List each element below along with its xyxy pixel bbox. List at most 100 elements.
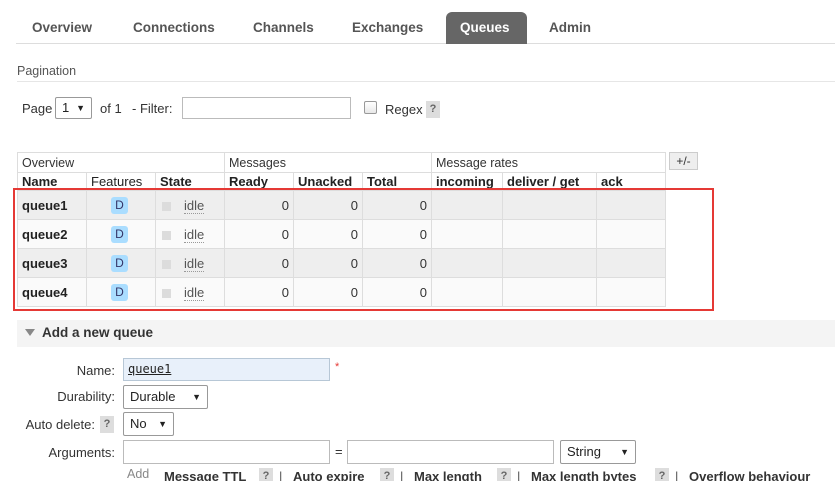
triangle-down-icon: [25, 329, 35, 336]
auto-delete-select[interactable]: No ▼: [123, 412, 174, 436]
arg-link-overflow-behaviour[interactable]: Overflow behaviour: [689, 469, 810, 481]
group-header-message-rates: Message rates: [431, 152, 666, 173]
deliver-get-rate: [502, 277, 597, 307]
column-header-name[interactable]: Name: [17, 172, 87, 191]
column-header-total[interactable]: Total: [362, 172, 432, 191]
tab-overview[interactable]: Overview: [18, 12, 106, 44]
total-count: 0: [362, 219, 432, 249]
argument-type-select[interactable]: String ▼: [560, 440, 636, 464]
table-row: queue4 D idle 0 0 0: [17, 277, 666, 307]
deliver-get-rate: [502, 219, 597, 249]
state-text: idle: [184, 284, 205, 301]
page-select[interactable]: 1 ▼: [55, 97, 92, 119]
arg-link-message-ttl[interactable]: Message TTL: [164, 469, 246, 481]
column-header-features: Features: [86, 172, 156, 191]
ready-count: 0: [224, 248, 294, 278]
auto-delete-help-icon[interactable]: ?: [100, 416, 114, 433]
column-header-state[interactable]: State: [155, 172, 225, 191]
ready-count: 0: [224, 219, 294, 249]
durability-value: Durable: [130, 389, 176, 404]
argument-type-value: String: [567, 444, 601, 459]
features-cell: D: [86, 190, 156, 220]
tab-connections[interactable]: Connections: [119, 12, 229, 44]
required-marker: *: [335, 361, 340, 373]
total-count: 0: [362, 248, 432, 278]
page-select-value: 1: [62, 100, 70, 115]
incoming-rate: [431, 190, 503, 220]
queue-name-link[interactable]: queue1: [17, 190, 87, 220]
filter-input[interactable]: [182, 97, 351, 119]
incoming-rate: [431, 277, 503, 307]
incoming-rate: [431, 248, 503, 278]
queues-table: Overview Messages Message rates Name Fea…: [17, 152, 666, 307]
queue-name-link[interactable]: queue3: [17, 248, 87, 278]
ack-rate: [596, 190, 666, 220]
regex-label: Regex: [385, 102, 423, 117]
max-length-bytes-help-icon[interactable]: ?: [655, 468, 669, 481]
auto-expire-help-icon[interactable]: ?: [380, 468, 394, 481]
unacked-count: 0: [293, 277, 363, 307]
top-nav-tabs: Overview Connections Channels Exchanges …: [16, 12, 835, 44]
group-header-messages: Messages: [224, 152, 432, 173]
state-indicator-icon: [162, 230, 171, 240]
arg-link-auto-expire[interactable]: Auto expire: [293, 469, 365, 481]
auto-delete-value: No: [130, 416, 147, 431]
column-header-ack[interactable]: ack: [596, 172, 666, 191]
chevron-down-icon: ▼: [158, 419, 167, 429]
add-queue-toggle[interactable]: Add a new queue: [17, 320, 835, 347]
divider: [17, 81, 835, 82]
state-cell: idle: [155, 277, 225, 307]
state-text: idle: [184, 197, 205, 214]
column-header-incoming[interactable]: incoming: [431, 172, 503, 191]
add-queue-title: Add a new queue: [42, 325, 154, 340]
tab-channels[interactable]: Channels: [239, 12, 328, 44]
tab-queues[interactable]: Queues: [446, 12, 527, 44]
name-label: Name:: [76, 363, 115, 378]
column-header-ready[interactable]: Ready: [224, 172, 294, 191]
features-cell: D: [86, 248, 156, 278]
message-ttl-help-icon[interactable]: ?: [259, 468, 273, 481]
durable-badge: D: [111, 197, 128, 214]
unacked-count: 0: [293, 190, 363, 220]
argument-value-input[interactable]: [347, 440, 554, 464]
chevron-down-icon: ▼: [192, 392, 201, 402]
unacked-count: 0: [293, 219, 363, 249]
state-indicator-icon: [162, 201, 171, 211]
table-row: queue1 D idle 0 0 0: [17, 190, 666, 220]
incoming-rate: [431, 219, 503, 249]
chevron-down-icon: ▼: [76, 103, 85, 113]
separator: |: [675, 469, 679, 481]
ack-rate: [596, 277, 666, 307]
tab-admin[interactable]: Admin: [535, 12, 605, 44]
durable-badge: D: [111, 284, 128, 301]
durability-label: Durability:: [57, 389, 115, 404]
queue-name-input[interactable]: queue1: [123, 358, 330, 381]
durable-badge: D: [111, 226, 128, 243]
argument-key-input[interactable]: [123, 440, 330, 464]
table-row: queue3 D idle 0 0 0: [17, 248, 666, 278]
regex-checkbox[interactable]: [364, 101, 377, 114]
queue-name-link[interactable]: queue2: [17, 219, 87, 249]
regex-help-icon[interactable]: ?: [426, 101, 440, 118]
page-label: Page: [22, 101, 53, 116]
max-length-help-icon[interactable]: ?: [497, 468, 511, 481]
queue-name-link[interactable]: queue4: [17, 277, 87, 307]
tab-exchanges[interactable]: Exchanges: [338, 12, 437, 44]
ack-rate: [596, 219, 666, 249]
durable-badge: D: [111, 255, 128, 272]
state-text: idle: [184, 226, 205, 243]
arguments-label: Arguments:: [48, 445, 115, 460]
column-header-unacked[interactable]: Unacked: [293, 172, 363, 191]
deliver-get-rate: [502, 248, 597, 278]
column-toggle-button[interactable]: +/-: [669, 152, 698, 170]
state-indicator-icon: [162, 259, 171, 269]
durability-select[interactable]: Durable ▼: [123, 385, 208, 409]
deliver-get-rate: [502, 190, 597, 220]
column-header-deliver-get[interactable]: deliver / get: [502, 172, 597, 191]
separator: |: [279, 469, 283, 481]
equals-sign: =: [335, 444, 343, 459]
arg-link-max-length[interactable]: Max length: [414, 469, 482, 481]
arg-link-max-length-bytes[interactable]: Max length bytes: [531, 469, 636, 481]
filter-label: - Filter:: [132, 101, 173, 116]
state-cell: idle: [155, 219, 225, 249]
